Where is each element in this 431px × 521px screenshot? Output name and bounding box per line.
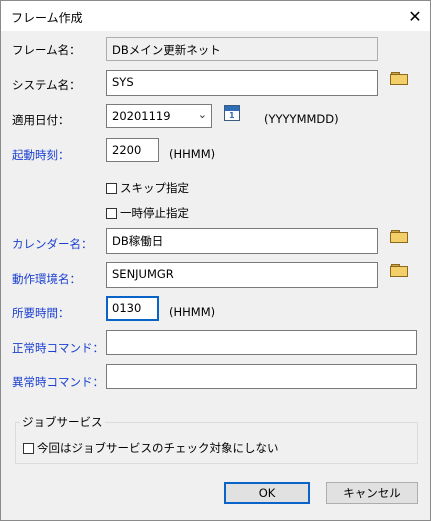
ok-button[interactable]: OK [224, 482, 310, 504]
system-browse-button[interactable] [388, 69, 410, 87]
apply-date-label: 適用日付： [12, 113, 70, 127]
apply-date-format: (YYYYMMDD) [264, 112, 339, 126]
checkbox-box [106, 182, 117, 194]
folder-icon [390, 230, 408, 243]
title-bar: フレーム作成 ✕ [1, 1, 430, 31]
frame-name-label: フレーム名： [12, 43, 81, 57]
abnormal-cmd-field[interactable] [106, 364, 417, 389]
close-icon[interactable]: ✕ [400, 1, 430, 31]
folder-icon [390, 72, 408, 85]
calendar-button[interactable]: 1 [222, 103, 242, 123]
env-name-field[interactable]: SENJUMGR [106, 262, 378, 288]
required-time-field[interactable]: 0130 [106, 296, 159, 321]
env-browse-button[interactable] [388, 261, 410, 279]
cancel-button[interactable]: キャンセル [326, 482, 418, 504]
job-service-no-check-checkbox[interactable]: 今回はジョブサービスのチェック対象にしない [23, 440, 279, 456]
calendar-name-field[interactable]: DB稼働日 [106, 228, 378, 254]
system-name-field[interactable]: SYS [106, 70, 378, 96]
job-service-group-title: ジョブサービス [20, 414, 105, 430]
pause-checkbox-label: 一時停止指定 [120, 206, 189, 220]
skip-checkbox-label: スキップ指定 [120, 181, 189, 195]
start-time-field[interactable]: 2200 [106, 138, 159, 162]
start-time-label: 起動時刻： [12, 148, 70, 162]
checkbox-box [106, 207, 117, 219]
required-time-format: (HHMM) [169, 305, 216, 319]
system-name-label: システム名： [12, 78, 81, 92]
normal-cmd-label: 正常時コマンド： [12, 341, 104, 355]
apply-date-select[interactable]: 20201119 ⌄ [106, 104, 212, 128]
frame-name-field: DBメイン更新ネット [106, 37, 378, 61]
calendar-icon: 1 [224, 105, 240, 121]
checkbox-box [23, 442, 34, 454]
chevron-down-icon: ⌄ [197, 108, 207, 121]
job-service-no-check-label: 今回はジョブサービスのチェック対象にしない [37, 441, 279, 455]
start-time-format: (HHMM) [169, 147, 216, 161]
env-name-label: 動作環境名： [12, 272, 81, 286]
folder-icon [390, 264, 408, 277]
calendar-name-label: カレンダー名： [12, 237, 93, 251]
window-title: フレーム作成 [11, 11, 83, 25]
normal-cmd-field[interactable] [106, 330, 417, 355]
abnormal-cmd-label: 異常時コマンド： [12, 375, 104, 389]
skip-checkbox[interactable]: スキップ指定 [106, 180, 189, 196]
calendar-browse-button[interactable] [388, 227, 410, 245]
required-time-label: 所要時間： [12, 306, 70, 320]
pause-checkbox[interactable]: 一時停止指定 [106, 205, 189, 221]
apply-date-value: 20201119 [112, 109, 171, 123]
